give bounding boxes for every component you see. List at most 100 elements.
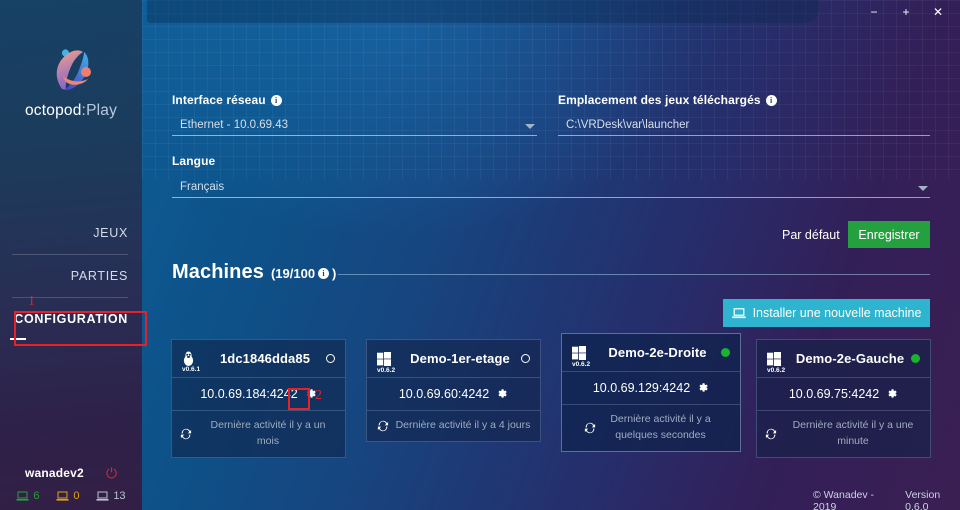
laptop-icon [56,491,69,501]
machine-name: 1dc1846dda85 [219,351,311,366]
sidebar-nav: JEUX PARTIES CONFIGURATION [0,212,142,340]
refresh-icon [180,428,192,439]
card-ip-row: 10.0.69.184:4242 [172,378,345,411]
sidebar-footer: wanadev2 ⏻ 6 0 13 [0,460,142,510]
os-version: v0.6.1 [182,365,201,373]
info-icon[interactable]: i [318,268,330,279]
default-button[interactable]: Par défaut [782,228,840,242]
info-icon[interactable]: i [765,94,777,106]
label-text: Emplacement des jeux téléchargés [558,93,761,107]
footer: © Wanadev - 2019 Version 0.6.0 [813,489,960,510]
network-interface-select[interactable]: Ethernet - 10.0.69.43 [172,114,537,136]
card-gear-icon-1[interactable] [496,388,508,400]
machine-name: Demo-2e-Droite [608,345,707,360]
card-ip-row: 10.0.69.129:4242 [562,372,740,405]
card-activity-row: Dernière activité il y a quelques second… [562,405,740,451]
os-version: v0.6.2 [767,366,786,374]
settings-content: Interface réseau i Ethernet - 10.0.69.43… [142,0,960,510]
machines-section-title: Machines (19/100 i ) [172,261,336,284]
label-text: Langue [172,154,216,168]
machines-count: (19/100 i ) [271,266,336,281]
machine-card-1[interactable]: v0.6.2 Demo-1er-etage 10.0.69.60:4242 De… [366,339,541,442]
refresh-icon [765,428,777,439]
sidebar-item-configuration[interactable]: CONFIGURATION [0,298,142,340]
machine-card-0[interactable]: v0.6.1 1dc1846dda85 10.0.69.184:4242 Der… [171,339,346,458]
network-interface-value: Ethernet - 10.0.69.43 [180,119,289,131]
install-machine-label: Installer une nouvelle machine [752,306,922,320]
status-indicator-online [721,348,730,357]
card-header: v0.6.2 Demo-2e-Droite [562,334,740,372]
games-location-value: C:\VRDesk\var\launcher [566,119,690,131]
windows-icon: v0.6.2 [377,351,399,374]
sidebar-item-jeux[interactable]: JEUX [0,212,142,254]
sidebar-item-parties[interactable]: PARTIES [0,255,142,297]
close-button[interactable]: ✕ [922,0,954,24]
card-header: v0.6.2 Demo-1er-etage [367,340,540,378]
info-icon[interactable]: i [270,94,282,106]
os-version: v0.6.2 [572,360,591,368]
machine-ip: 10.0.69.129:4242 [592,381,691,395]
refresh-icon [377,420,388,432]
title-bar: − + ✕ [142,0,960,24]
games-location-input[interactable]: C:\VRDesk\var\launcher [558,114,930,136]
version-text: Version 0.6.0 [905,489,941,510]
app-window: octopod:Play JEUX PARTIES CONFIGURATION [0,0,960,510]
laptop-icon [731,307,746,318]
logo-wordmark: octopod:Play [0,102,142,120]
machine-name: Demo-1er-etage [410,351,510,366]
machine-card-2[interactable]: v0.6.2 Demo-2e-Droite 10.0.69.129:4242 D… [561,333,741,452]
machine-ip: 10.0.69.75:4242 [788,387,880,401]
windows-icon: v0.6.2 [767,351,789,374]
machine-activity: Dernière activité il y a 4 jours [395,419,531,431]
app-logo: octopod:Play [0,42,142,120]
minimize-button[interactable]: − [858,0,890,24]
stat-value: 0 [73,490,80,502]
network-interface-label: Interface réseau i [172,93,282,107]
language-value: Français [180,181,225,193]
desktop-icon [96,491,109,501]
main-panel: − + ✕ Interface réseau i Ethernet - 10.0… [142,0,960,510]
chevron-down-icon [525,124,535,129]
machine-activity: Dernière activité il y a un mois [210,419,326,447]
card-gear-icon-3[interactable] [886,388,898,400]
stat-value: 6 [33,490,40,502]
username-label: wanadev2 [24,466,84,480]
machine-card-3[interactable]: v0.6.2 Demo-2e-Gauche 10.0.69.75:4242 De… [756,339,931,458]
label-text: Interface réseau [172,93,266,107]
card-gear-icon-0[interactable] [305,388,317,400]
refresh-icon [584,422,596,433]
logo-word-octopod: octopod [24,102,82,119]
active-indicator [10,338,26,340]
save-button[interactable]: Enregistrer [848,221,930,248]
linux-icon: v0.6.1 [182,351,204,373]
card-gear-icon-2[interactable] [697,382,709,394]
machine-activity: Dernière activité il y a une minute [792,419,914,447]
logo-word-play: Play [86,102,118,119]
section-divider [338,274,930,275]
window-controls: − + ✕ [858,0,954,24]
machine-ip: 10.0.69.60:4242 [398,387,490,401]
card-header: v0.6.2 Demo-2e-Gauche [757,340,930,378]
maximize-button[interactable]: + [890,0,922,24]
status-indicator-online [911,354,920,363]
games-location-label: Emplacement des jeux téléchargés i [558,93,777,107]
sidebar-item-label: PARTIES [70,269,128,283]
machines-count-text: (19/100 [270,266,316,281]
sidebar: octopod:Play JEUX PARTIES CONFIGURATION [0,0,142,510]
language-select[interactable]: Français [172,176,930,198]
sidebar-item-label: CONFIGURATION [14,312,128,326]
copyright-text: © Wanadev - 2019 [813,489,875,510]
card-ip-row: 10.0.69.75:4242 [757,378,930,411]
card-activity-row: Dernière activité il y a 4 jours [367,411,540,441]
laptop-icon [16,491,29,501]
card-activity-row: Dernière activité il y a un mois [172,411,345,457]
card-ip-row: 10.0.69.60:4242 [367,378,540,411]
stat-total-machines: 13 [96,490,126,502]
status-indicator-offline [326,354,335,363]
power-icon[interactable]: ⏻ [106,466,117,480]
card-header: v0.6.1 1dc1846dda85 [172,340,345,378]
card-activity-row: Dernière activité il y a une minute [757,411,930,457]
language-label: Langue [172,154,215,168]
install-machine-button[interactable]: Installer une nouvelle machine [723,299,930,327]
section-title-text: Machines [172,261,264,283]
